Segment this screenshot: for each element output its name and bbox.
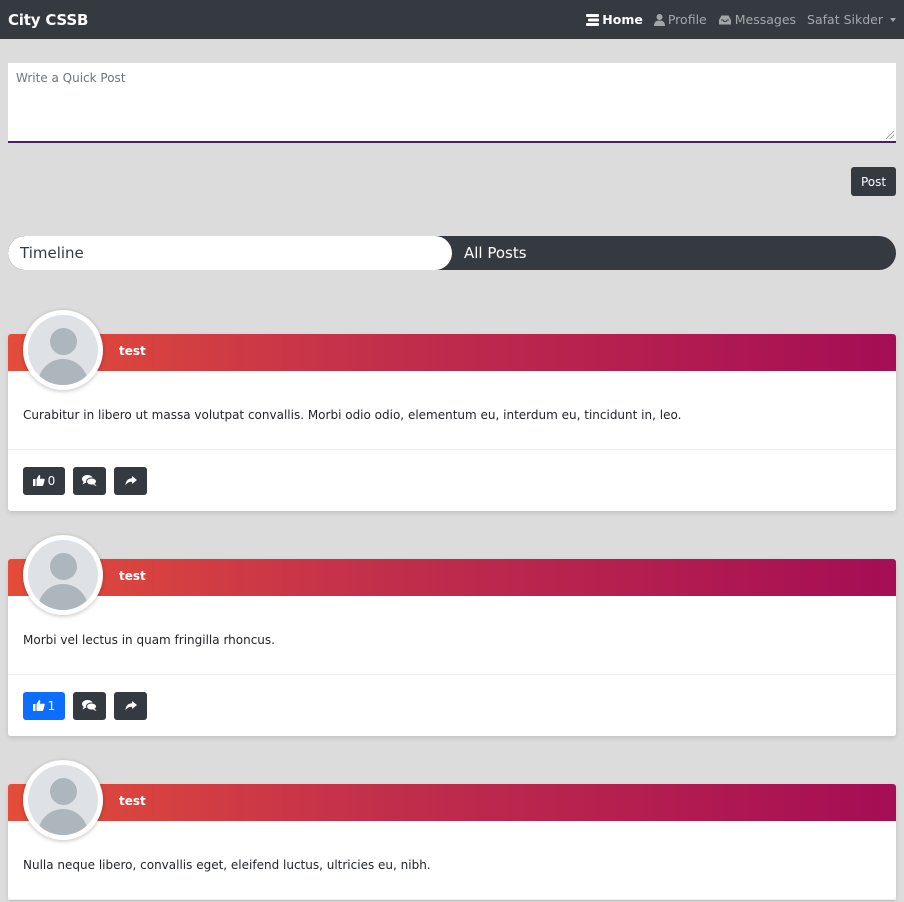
post-header: test — [8, 760, 896, 840]
user-name: Safat Sikder — [807, 12, 883, 27]
user-icon — [653, 13, 665, 26]
post-author[interactable]: test — [119, 569, 146, 583]
post-card: test Morbi vel lectus in quam fringilla … — [8, 535, 896, 736]
like-button[interactable]: 0 — [23, 466, 65, 495]
post-actions: 1 — [8, 675, 896, 736]
default-avatar-icon — [28, 315, 98, 385]
post-actions: 0 — [8, 450, 896, 511]
user-menu[interactable]: Safat Sikder — [807, 12, 896, 27]
resize-handle-icon[interactable] — [886, 131, 894, 139]
like-button[interactable]: 1 — [23, 691, 65, 720]
home-icon — [586, 13, 600, 26]
nav-messages-label: Messages — [734, 12, 797, 27]
post-text: Nulla neque libero, convallis eget, elei… — [8, 821, 896, 900]
like-count: 0 — [47, 473, 56, 488]
nav-profile-label: Profile — [667, 12, 707, 27]
post-card: test Curabitur in libero ut massa volutp… — [8, 310, 896, 511]
thumbs-up-icon — [32, 700, 45, 711]
post-card: test Nulla neque libero, convallis eget,… — [8, 760, 896, 900]
tab-all-posts[interactable]: All Posts — [452, 236, 896, 270]
message-icon — [718, 15, 731, 24]
nav-item-home[interactable]: Home — [586, 12, 643, 27]
share-button[interactable] — [114, 691, 147, 720]
comments-icon — [82, 475, 97, 486]
share-button[interactable] — [114, 466, 147, 495]
post-text: Curabitur in libero ut massa volutpat co… — [8, 371, 896, 450]
nav-links: Home Profile Messages Safat Sikder — [586, 12, 896, 27]
comments-icon — [82, 700, 97, 711]
quick-post-placeholder: Write a Quick Post — [16, 71, 126, 85]
quick-post-input[interactable]: Write a Quick Post — [8, 63, 896, 143]
default-avatar-icon — [28, 540, 98, 610]
nav-home-label: Home — [602, 12, 643, 27]
avatar[interactable] — [23, 535, 103, 615]
post-author[interactable]: test — [119, 794, 146, 808]
avatar[interactable] — [23, 310, 103, 390]
post-header: test — [8, 310, 896, 390]
thumbs-up-icon — [32, 475, 45, 486]
chevron-down-icon — [890, 17, 896, 22]
comment-button[interactable] — [73, 466, 106, 495]
post-author[interactable]: test — [119, 344, 146, 358]
avatar[interactable] — [23, 760, 103, 840]
post-header: test — [8, 535, 896, 615]
share-icon — [125, 475, 137, 485]
default-avatar-icon — [28, 765, 98, 835]
post-button[interactable]: Post — [851, 167, 896, 196]
feed-tabs: Timeline All Posts — [8, 236, 896, 270]
tab-timeline[interactable]: Timeline — [8, 236, 452, 270]
comment-button[interactable] — [73, 691, 106, 720]
navbar: City CSSB Home Profile Messages Safat Si… — [0, 0, 904, 39]
nav-item-messages[interactable]: Messages — [718, 12, 796, 27]
like-count: 1 — [47, 698, 56, 713]
share-icon — [125, 700, 137, 710]
brand-logo[interactable]: City CSSB — [8, 11, 88, 29]
nav-item-profile[interactable]: Profile — [653, 12, 707, 27]
post-text: Morbi vel lectus in quam fringilla rhonc… — [8, 596, 896, 675]
